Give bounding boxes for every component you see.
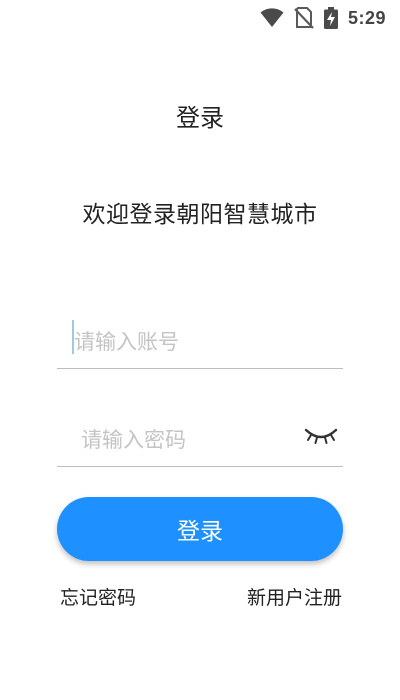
account-input[interactable]: [74, 322, 334, 362]
account-field[interactable]: [57, 320, 343, 369]
login-button-label: 登录: [177, 519, 223, 545]
login-button[interactable]: 登录: [57, 497, 343, 561]
wifi-icon: [260, 8, 284, 28]
battery-charging-icon: [323, 7, 338, 29]
eye-closed-icon[interactable]: [303, 424, 339, 446]
password-field[interactable]: [57, 420, 343, 467]
password-input[interactable]: [81, 420, 301, 460]
status-icons: 5:29: [260, 6, 386, 30]
forgot-password-link[interactable]: 忘记密码: [60, 583, 136, 610]
no-sim-icon: [294, 7, 314, 29]
status-time: 5:29: [347, 7, 386, 28]
page-title: 登录: [176, 104, 224, 132]
status-bar: 5:29: [0, 0, 400, 36]
register-link[interactable]: 新用户注册: [247, 583, 342, 610]
welcome-text: 欢迎登录朝阳智慧城市: [82, 202, 318, 228]
